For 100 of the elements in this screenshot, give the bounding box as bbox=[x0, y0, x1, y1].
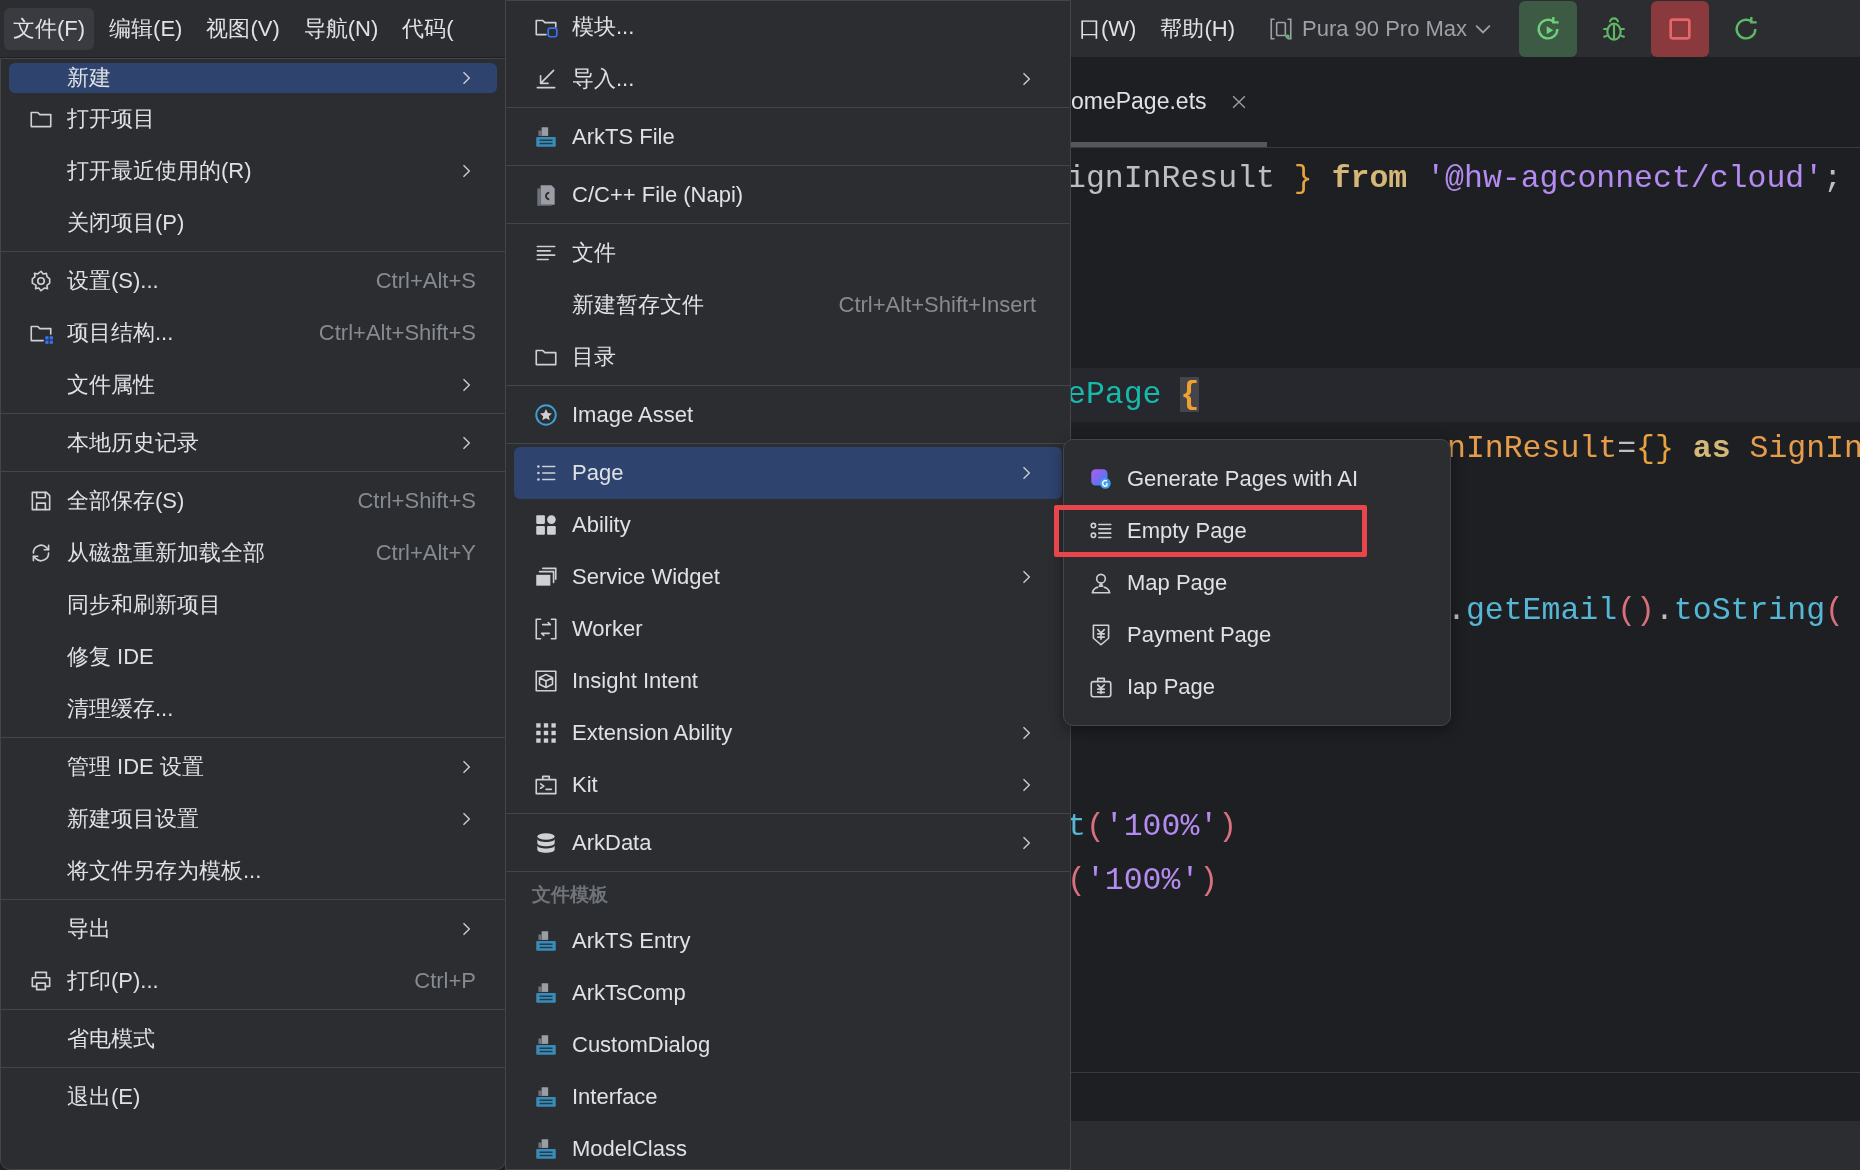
menu-item[interactable]: 导出 bbox=[9, 903, 497, 955]
shortcut-label: Ctrl+Alt+Shift+S bbox=[318, 320, 476, 346]
menu-item[interactable]: Page bbox=[514, 447, 1062, 499]
menu-item[interactable]: Extension Ability bbox=[514, 707, 1062, 759]
cube-icon bbox=[533, 668, 559, 694]
menu-item-label: CustomDialog bbox=[572, 1032, 711, 1058]
shortcut-label: Ctrl+Alt+Shift+Insert bbox=[838, 292, 1036, 318]
run-button[interactable] bbox=[1519, 0, 1578, 57]
menu-item[interactable]: 修复 IDE bbox=[9, 631, 497, 683]
menu-item[interactable]: Generate Pages with AI bbox=[1072, 453, 1442, 505]
menu-item-label: 管理 IDE 设置 bbox=[67, 753, 204, 781]
menu-item[interactable]: 管理 IDE 设置 bbox=[9, 741, 497, 793]
menu-item[interactable]: ArkTS Entry bbox=[514, 915, 1062, 967]
menu-item-label: Payment Page bbox=[1127, 622, 1272, 648]
menu-item-label: Interface bbox=[572, 1084, 658, 1110]
menu-item-label: Map Page bbox=[1127, 570, 1228, 596]
device-selector[interactable]: Pura 90 Pro Max bbox=[1261, 11, 1498, 46]
menu-item[interactable]: 导入... bbox=[514, 53, 1062, 105]
shortcut-label: Ctrl+P bbox=[414, 968, 476, 994]
menu-item[interactable]: 设置(S)... Ctrl+Alt+S bbox=[9, 255, 497, 307]
menu-item[interactable]: Kit bbox=[514, 759, 1062, 811]
menu-item[interactable]: CustomDialog bbox=[514, 1019, 1062, 1071]
menu-item[interactable]: Empty Page bbox=[1054, 505, 1367, 557]
menu-item-label: 打开最近使用的(R) bbox=[67, 157, 252, 185]
menu-item[interactable]: 从磁盘重新加载全部 Ctrl+Alt+Y bbox=[9, 527, 497, 579]
menu-item-label: C/C++ File (Napi) bbox=[572, 182, 744, 208]
menu-item-label: ArkTS File bbox=[572, 124, 675, 150]
menu-item[interactable]: ModelClass bbox=[514, 1123, 1062, 1169]
menu-item[interactable]: 打印(P)... Ctrl+P bbox=[9, 955, 497, 1007]
menu-item-label: 省电模式 bbox=[67, 1025, 155, 1053]
menu-item-label: 文件 bbox=[572, 239, 616, 267]
menu-item[interactable]: ArkData bbox=[514, 817, 1062, 869]
menu-item[interactable]: 模块... bbox=[514, 1, 1062, 53]
menu-item[interactable]: Worker bbox=[514, 603, 1062, 655]
menu-item[interactable]: 文件属性 bbox=[9, 359, 497, 411]
menu-item[interactable]: C/C++ File (Napi) bbox=[514, 169, 1062, 221]
menu-item[interactable]: 全部保存(S) Ctrl+Shift+S bbox=[9, 475, 497, 527]
menu-item[interactable]: Insight Intent bbox=[514, 655, 1062, 707]
menu-item-label: 项目结构... bbox=[67, 319, 174, 347]
menu-item[interactable]: Payment Page bbox=[1072, 609, 1442, 661]
caret-icon bbox=[1475, 23, 1492, 34]
menu-item-label: 同步和刷新项目 bbox=[67, 591, 221, 619]
menu-item-label: Page bbox=[572, 460, 624, 486]
star-circle-icon bbox=[533, 402, 559, 428]
device-icon bbox=[1267, 15, 1294, 42]
menu-bar-item[interactable]: 文件(F) bbox=[4, 7, 95, 50]
menu-item[interactable]: 同步和刷新项目 bbox=[9, 579, 497, 631]
menu-item-label: Image Asset bbox=[572, 402, 694, 428]
menu-item[interactable]: 关闭项目(P) bbox=[9, 197, 497, 249]
menu-item-label: 打开项目 bbox=[67, 105, 155, 133]
menu-item-label: 目录 bbox=[572, 343, 616, 371]
menu-bar-item[interactable]: 视图(V) bbox=[197, 7, 289, 50]
menu-item[interactable]: Map Page bbox=[1072, 557, 1442, 609]
menu-item[interactable]: Iap Page bbox=[1072, 661, 1442, 713]
menu-item[interactable]: 新建暂存文件 Ctrl+Alt+Shift+Insert bbox=[514, 279, 1062, 331]
menu-bar-item[interactable]: 导航(N) bbox=[294, 7, 388, 50]
ets-file-icon bbox=[533, 1032, 559, 1058]
menu-item[interactable]: 文件 bbox=[514, 227, 1062, 279]
menu-item[interactable]: Image Asset bbox=[514, 389, 1062, 441]
menu-item[interactable]: ArkTsComp bbox=[514, 967, 1062, 1019]
menu-item[interactable]: 新建 bbox=[9, 63, 497, 93]
code-line: ('100%') bbox=[1067, 862, 1219, 900]
menu-bar-item[interactable]: 口(W) bbox=[1070, 7, 1146, 50]
menu-item-label: 打印(P)... bbox=[67, 967, 159, 995]
ai-icon bbox=[1088, 466, 1114, 492]
menu-item[interactable]: 打开最近使用的(R) bbox=[9, 145, 497, 197]
menu-item[interactable]: 新建项目设置 bbox=[9, 793, 497, 845]
code-line: nInResult={} as SignIn bbox=[1447, 430, 1860, 468]
menu-item[interactable]: 项目结构... Ctrl+Alt+Shift+S bbox=[9, 307, 497, 359]
menu-section-header: 文件模板 bbox=[531, 883, 609, 907]
menu-item-label: 将文件另存为模板... bbox=[67, 857, 262, 885]
stop-button[interactable] bbox=[1651, 0, 1710, 57]
menu-bar-item[interactable]: 帮助(H) bbox=[1151, 7, 1244, 50]
menu-item[interactable]: 退出(E) bbox=[9, 1071, 497, 1123]
menu-item-label: Ability bbox=[572, 512, 631, 538]
menu-item-label: 修复 IDE bbox=[67, 643, 154, 671]
menu-item[interactable]: 省电模式 bbox=[9, 1013, 497, 1065]
ets-file-icon bbox=[533, 980, 559, 1006]
menu-item[interactable]: 将文件另存为模板... bbox=[9, 845, 497, 897]
menu-item-label: 全部保存(S) bbox=[67, 487, 185, 515]
menu-item[interactable]: 打开项目 bbox=[9, 93, 497, 145]
dots-icon bbox=[533, 720, 559, 746]
menu-item-label: 导出 bbox=[67, 915, 111, 943]
menu-bar-item[interactable]: 编辑(E) bbox=[100, 7, 192, 50]
menu-item-label: 新建 bbox=[67, 64, 111, 92]
menu-item-label: Kit bbox=[572, 772, 598, 798]
menu-item[interactable]: 目录 bbox=[514, 331, 1062, 383]
menu-item[interactable]: ArkTS File bbox=[514, 111, 1062, 163]
menu-item-label: 关闭项目(P) bbox=[67, 209, 185, 237]
menu-item-label: Iap Page bbox=[1127, 674, 1216, 700]
menu-item[interactable]: 本地历史记录 bbox=[9, 417, 497, 469]
shortcut-label: Ctrl+Alt+S bbox=[375, 268, 476, 294]
menu-bar-item[interactable]: 代码( bbox=[393, 7, 463, 50]
menu-item-label: ArkData bbox=[572, 830, 652, 856]
menu-item[interactable]: 清理缓存... bbox=[9, 683, 497, 735]
menu-item-label: 设置(S)... bbox=[67, 267, 159, 295]
menu-item-label: 新建暂存文件 bbox=[572, 291, 704, 319]
menu-item-label: 新建项目设置 bbox=[67, 805, 199, 833]
menu-item[interactable]: Interface bbox=[514, 1071, 1062, 1123]
code-line: ePage { bbox=[1067, 376, 1200, 414]
